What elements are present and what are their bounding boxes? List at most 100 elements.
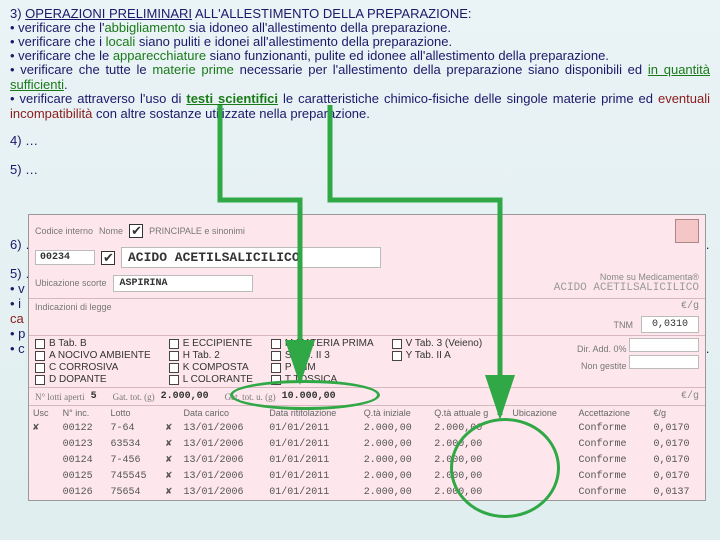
flag-label: S Tab. II 3 <box>285 350 330 361</box>
checkbox-code[interactable] <box>101 251 115 265</box>
table-row[interactable]: 00125745545✘13/01/200601/01/20112.000,00… <box>29 468 705 484</box>
app-icon <box>675 219 699 243</box>
flag-label: P TNM <box>285 362 316 373</box>
checkbox-icon[interactable] <box>35 375 45 385</box>
sec3-suffix: ALL'ALLESTIMENTO DELLA PREPARAZIONE: <box>192 6 471 21</box>
col-header: Usc <box>29 406 59 421</box>
flag-item[interactable]: P TNM <box>271 362 374 373</box>
cell-eg: 0,0170 <box>650 436 706 452</box>
input-nome[interactable]: ACIDO ACETILSALICILICO <box>121 247 381 268</box>
chem-name: ACIDO ACETILSALICILICO <box>554 282 699 294</box>
checkbox-icon[interactable] <box>271 339 281 349</box>
input-synonym[interactable]: ASPIRINA <box>113 275 253 292</box>
checkbox-icon[interactable] <box>271 351 281 361</box>
cell-ubi <box>508 484 574 500</box>
checkbox-icon[interactable] <box>169 363 179 373</box>
flag-item[interactable]: T TOSSICA <box>271 374 374 385</box>
cell-qi: 2.000,00 <box>360 468 431 484</box>
cell-qa: 2.000,00 <box>430 436 508 452</box>
flag-item[interactable]: H Tab. 2 <box>169 350 253 361</box>
price-value: 0,0310 <box>641 316 699 333</box>
checkbox-icon[interactable] <box>169 339 179 349</box>
box-nongest[interactable] <box>629 355 699 369</box>
input-codice[interactable]: 00234 <box>35 250 95 265</box>
checkbox-icon[interactable] <box>169 351 179 361</box>
flag-item[interactable]: L COLORANTE <box>169 374 253 385</box>
col-header: Accettazione <box>575 406 650 421</box>
cell-caric: 13/01/2006 <box>180 468 266 484</box>
checkbox-icon[interactable] <box>35 363 45 373</box>
lbl-price2: €/g <box>681 391 699 402</box>
s5at: 5) … <box>10 162 38 177</box>
table-row[interactable]: 001247-456✘13/01/200601/01/20112.000,002… <box>29 452 705 468</box>
flag-item[interactable]: E ECCIPIENTE <box>169 338 253 349</box>
cell-caric: 13/01/2006 <box>180 452 266 468</box>
checkbox-principale[interactable] <box>129 224 143 238</box>
b2b: siano puliti e idonei all'allestimento d… <box>135 34 452 49</box>
cell-eg: 0,0170 <box>650 420 706 436</box>
table-row[interactable]: 0012675654✘13/01/200601/01/20112.000,002… <box>29 484 705 500</box>
cell-qa: 2.000,00 <box>430 452 508 468</box>
cell-ninc: 00123 <box>59 436 107 452</box>
cell-qa: 2.000,00 <box>430 468 508 484</box>
col-header: Ubicazione <box>508 406 574 421</box>
flag-item[interactable]: C CORROSIVA <box>35 362 151 373</box>
col-header: Lotto <box>106 406 161 421</box>
cell-ubi <box>508 436 574 452</box>
lbl-gtotu: Gat. tot. u. (g) <box>225 392 276 402</box>
flag-item[interactable]: S Tab. II 3 <box>271 350 374 361</box>
flag-label: D DOPANTE <box>49 374 107 385</box>
checkbox-icon[interactable] <box>392 339 402 349</box>
b2a: • verificare che i <box>10 34 106 49</box>
cell-qi: 2.000,00 <box>360 420 431 436</box>
flag-item[interactable]: D DOPANTE <box>35 374 151 385</box>
lbl-indicaz: Indicazioni di legge <box>35 302 112 312</box>
checkbox-icon[interactable] <box>35 339 45 349</box>
cell-lotto: 63534 <box>106 436 161 452</box>
cell-rit: 01/01/2011 <box>265 436 360 452</box>
cell-caric: 13/01/2006 <box>180 484 266 500</box>
flag-item[interactable]: V Tab. 3 (Veieno) <box>392 338 483 349</box>
cell-usc <box>29 484 59 500</box>
checkbox-icon[interactable] <box>169 375 179 385</box>
table-row[interactable]: 0012363534✘13/01/200601/01/20112.000,002… <box>29 436 705 452</box>
cell-acc: Conforme <box>575 484 650 500</box>
lots-summary: N° lotti aperti 5 Gat. tot. (g) 2.000,00… <box>29 387 705 405</box>
cell-lotto: 75654 <box>106 484 161 500</box>
col-header: Q.tà iniziale <box>360 406 431 421</box>
lbl-tnm: TNM <box>613 320 633 330</box>
b4c: . <box>64 77 68 92</box>
flag-item[interactable]: A NOCIVO AMBIENTE <box>35 350 151 361</box>
checkbox-icon[interactable] <box>392 351 402 361</box>
cell-usc <box>29 436 59 452</box>
cell-ninc: 00124 <box>59 452 107 468</box>
cell-eg: 0,0170 <box>650 468 706 484</box>
flag-item[interactable]: K COMPOSTA <box>169 362 253 373</box>
flag-label: K COMPOSTA <box>183 362 249 373</box>
cell-qi: 2.000,00 <box>360 452 431 468</box>
lbl-gtot: Gat. tot. (g) <box>113 392 155 402</box>
b4b: necessarie per l'allestimento della prep… <box>234 62 648 77</box>
flag-item[interactable]: Y Tab. II A <box>392 350 483 361</box>
checkbox-icon[interactable] <box>35 351 45 361</box>
cell-ninc: 00122 <box>59 420 107 436</box>
section-5a: 5) … <box>10 162 710 177</box>
flag-label: B Tab. B <box>49 338 87 349</box>
checkbox-icon[interactable] <box>271 363 281 373</box>
table-row[interactable]: ✘001227-64✘13/01/200601/01/20112.000,002… <box>29 420 705 436</box>
section-4: 4) … <box>10 133 710 148</box>
cell-lotto: 7-64 <box>106 420 161 436</box>
flag-item[interactable]: M MATERIA PRIMA <box>271 338 374 349</box>
b5c: con altre sostanze utilizzate nella prep… <box>92 106 370 121</box>
flag-label: T TOSSICA <box>285 374 337 385</box>
cell-rit: 01/01/2011 <box>265 468 360 484</box>
box-dir[interactable] <box>629 338 699 352</box>
flag-item[interactable]: B Tab. B <box>35 338 151 349</box>
cell-qa: 2.000,00 <box>430 484 508 500</box>
flag-label: C CORROSIVA <box>49 362 118 373</box>
s4t: 4) … <box>10 133 38 148</box>
val-gtot: 2.000,00 <box>161 391 209 402</box>
checkbox-icon[interactable] <box>271 375 281 385</box>
cell-ninc: 00126 <box>59 484 107 500</box>
flag-label: A NOCIVO AMBIENTE <box>49 350 151 361</box>
